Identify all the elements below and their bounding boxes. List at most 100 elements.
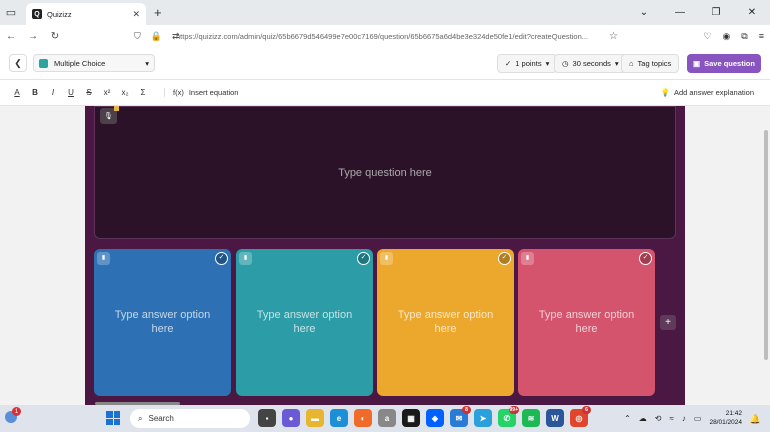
dropbox-icon[interactable]: ◆ — [426, 409, 444, 427]
system-tray: ⌃ ☁ ⟲ ≈ ♪ ▭ 21:42 28/01/2024 — [624, 405, 742, 432]
pocket-icon[interactable]: ♡ — [703, 31, 711, 42]
chat-icon[interactable]: ● — [282, 409, 300, 427]
weather-widget[interactable]: 1 — [5, 407, 21, 425]
premium-dot — [114, 106, 119, 111]
star-icon[interactable]: ☆ — [609, 31, 618, 42]
answer-placeholder: Type answer option here — [256, 308, 353, 335]
editor-toolbar: ❮ Multiple Choice ▾ ✓ 1 points ▾ ◷ 30 se… — [0, 47, 770, 80]
chevron-down-icon: ▾ — [145, 58, 149, 68]
question-type-icon — [39, 58, 48, 68]
back-button[interactable]: ❮ — [9, 54, 27, 72]
extensions-icon[interactable]: ⧉ — [741, 31, 747, 42]
bold-button[interactable]: B — [26, 88, 44, 97]
url-field[interactable]: ⛉ 🔒 ⇄ https://quizizz.com/admin/quiz/65b… — [128, 27, 622, 45]
delete-icon[interactable]: ▮ — [521, 252, 534, 265]
close-tab-icon[interactable]: ✕ — [132, 9, 140, 20]
mark-correct-icon[interactable]: ✓ — [639, 252, 652, 265]
insert-equation-label: Insert equation — [188, 88, 239, 97]
tab-actions-icon[interactable]: ▭ — [0, 0, 22, 25]
restore-icon[interactable]: ❐ — [698, 0, 734, 25]
vertical-scrollbar[interactable] — [764, 130, 768, 360]
close-window-icon[interactable]: ✕ — [734, 0, 770, 25]
new-tab-button[interactable]: + — [154, 5, 162, 20]
amazon-icon[interactable]: a — [378, 409, 396, 427]
word-icon[interactable]: W — [546, 409, 564, 427]
chrome-badge: 6 — [582, 406, 591, 414]
taskbar: 1 ⌕ Search ▪ ● ▬ e ◐ a ▦ ◆ ✉ 8 ➤ ✆ 99+ ≋ W… — [0, 405, 770, 432]
question-input[interactable]: Type question here — [94, 106, 676, 239]
chevron-up-icon[interactable]: ⌃ — [624, 414, 631, 423]
question-type-label: Multiple Choice — [54, 58, 106, 68]
answer-option-2[interactable]: ▮ ✓ Type answer option here — [236, 249, 373, 396]
forward-icon[interactable]: → — [22, 31, 44, 42]
menu-icon[interactable]: ≡ — [759, 31, 764, 41]
refresh-icon[interactable]: ↻ — [44, 31, 66, 42]
site-settings-icon[interactable]: ⇄ — [172, 31, 180, 42]
strikethrough-button[interactable]: S — [80, 88, 98, 97]
italic-button[interactable]: I — [44, 88, 62, 97]
firefox-icon[interactable]: ◐ — [354, 409, 372, 427]
time-select[interactable]: ◷ 30 seconds ▾ — [554, 54, 627, 73]
search-icon: ⌕ — [138, 413, 143, 423]
tag-topics-button[interactable]: ⌂ Tag topics — [621, 54, 680, 73]
windows-start-icon[interactable] — [106, 411, 120, 425]
underline-button[interactable]: U — [62, 88, 80, 97]
mail-badge: 8 — [462, 406, 471, 414]
answer-option-3[interactable]: ▮ ✓ Type answer option here — [377, 249, 514, 396]
minimize-icon[interactable]: — — [662, 0, 698, 25]
volume-icon[interactable]: ♪ — [682, 414, 686, 423]
mail-icon[interactable]: ✉ 8 — [450, 406, 471, 427]
mark-correct-icon[interactable]: ✓ — [357, 252, 370, 265]
mark-correct-icon[interactable]: ✓ — [215, 252, 228, 265]
text-color-button[interactable]: A — [8, 88, 26, 97]
answer-option-1[interactable]: ▮ ✓ Type answer option here — [94, 249, 231, 396]
answer-placeholder: Type answer option here — [114, 308, 211, 335]
delete-icon[interactable]: ▮ — [239, 252, 252, 265]
clock[interactable]: 21:42 28/01/2024 — [709, 410, 742, 427]
question-type-select[interactable]: Multiple Choice ▾ — [33, 54, 155, 72]
chevron-down-icon: ▾ — [614, 59, 619, 68]
points-select[interactable]: ✓ 1 points ▾ — [497, 54, 558, 73]
time: 21:42 — [725, 410, 742, 418]
taskbar-search[interactable]: ⌕ Search — [130, 409, 250, 428]
notifications-icon[interactable]: 🔔 — [750, 414, 761, 425]
tag-icon: ⌂ — [629, 59, 634, 68]
onedrive-icon[interactable]: ☁ — [639, 414, 647, 423]
answer-option-4[interactable]: ▮ ✓ Type answer option here — [518, 249, 655, 396]
profile-icon[interactable]: ◉ — [722, 31, 730, 42]
chrome-icon[interactable]: ◎ 6 — [570, 406, 591, 427]
time-label: 30 seconds — [572, 59, 611, 68]
calculator-icon[interactable]: ▦ — [402, 409, 420, 427]
edge-icon[interactable]: e — [330, 409, 348, 427]
browser-tab[interactable]: Q Quizizz ✕ — [26, 3, 146, 25]
battery-icon[interactable]: ▭ — [694, 414, 702, 423]
url-text: https://quizizz.com/admin/quiz/65b6679d5… — [176, 31, 588, 41]
sync-icon[interactable]: ⟲ — [655, 414, 662, 423]
save-question-label: Save question — [704, 59, 755, 68]
spotify-icon[interactable]: ≋ — [522, 409, 540, 427]
back-icon[interactable]: ← — [0, 31, 22, 42]
delete-icon[interactable]: ▮ — [97, 252, 110, 265]
answer-placeholder: Type answer option here — [397, 308, 494, 335]
add-answer-explanation-button[interactable]: 💡 Add answer explanation — [661, 88, 754, 97]
symbol-button[interactable]: Σ — [134, 88, 152, 97]
file-explorer-icon[interactable]: ▬ — [306, 409, 324, 427]
telegram-icon[interactable]: ➤ — [474, 409, 492, 427]
lock-icon[interactable]: 🔒 — [151, 31, 162, 42]
insert-equation-button[interactable]: f(x) Insert equation — [164, 88, 238, 97]
tab-title: Quizizz — [47, 9, 72, 19]
mark-correct-icon[interactable]: ✓ — [498, 252, 511, 265]
save-question-button[interactable]: ▣ Save question — [687, 54, 761, 73]
lightbulb-icon: 💡 — [660, 88, 670, 97]
delete-icon[interactable]: ▮ — [380, 252, 393, 265]
task-view-icon[interactable]: ▪ — [258, 409, 276, 427]
whatsapp-icon[interactable]: ✆ 99+ — [498, 406, 519, 427]
address-bar: ← → ↻ ⛉ 🔒 ⇄ https://quizizz.com/admin/qu… — [0, 25, 770, 47]
add-option-button[interactable]: + — [660, 315, 676, 330]
subscript-button[interactable]: x₂ — [116, 88, 134, 97]
superscript-button[interactable]: x² — [98, 88, 116, 97]
list-tabs-icon[interactable]: ⌄ — [626, 0, 662, 25]
wifi-icon[interactable]: ≈ — [670, 414, 674, 423]
tag-topics-label: Tag topics — [637, 59, 672, 68]
shield-icon[interactable]: ⛉ — [134, 31, 141, 42]
